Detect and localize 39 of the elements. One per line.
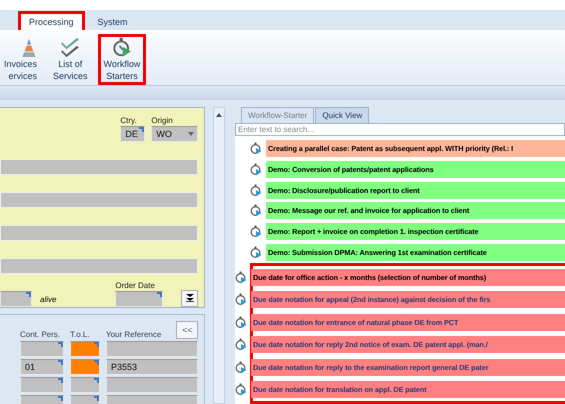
field-label: Order Date	[115, 281, 156, 290]
column-header: Your Reference	[106, 330, 162, 339]
expand-button[interactable]	[181, 290, 198, 307]
text-field[interactable]	[0, 159, 198, 175]
stopwatch-icon	[250, 225, 262, 238]
field-label: Ctry.	[120, 116, 138, 125]
double-down-icon	[186, 294, 194, 302]
text-field[interactable]	[0, 225, 198, 241]
stopwatch-icon	[250, 204, 262, 218]
search-field[interactable]: Enter text to search...	[235, 123, 565, 136]
stopwatch-icon	[250, 246, 262, 260]
stopwatch-icon	[250, 142, 262, 155]
scrollbar[interactable]	[213, 107, 225, 404]
scroll-up-icon[interactable]	[216, 112, 222, 118]
table-cell: 01	[20, 359, 64, 375]
stopwatch-icon	[250, 162, 262, 176]
checkmarks-icon	[59, 37, 82, 58]
origin-dropdown[interactable]: WO	[151, 126, 198, 142]
text-field[interactable]	[0, 192, 198, 208]
column-header: T.o.L.	[70, 330, 91, 339]
text-field[interactable]	[0, 258, 198, 274]
country-field[interactable]: DE	[120, 126, 146, 142]
dropdown-arrow-icon	[188, 132, 194, 136]
status-text: alive	[40, 295, 58, 306]
stopwatch-icon	[250, 184, 262, 197]
ribbon-tab[interactable]: Processing	[18, 11, 85, 30]
panel-tab[interactable]: Quick View	[315, 107, 370, 123]
table-cell	[20, 377, 64, 393]
table-cell	[20, 341, 64, 357]
ribbon-button[interactable]: Workflow Starters	[98, 34, 146, 85]
ribbon-tab[interactable]: System	[88, 13, 137, 30]
column-header: Cont. Pers.	[20, 330, 62, 339]
order-date-field[interactable]	[115, 291, 164, 307]
ribbon-button[interactable]: List of Services	[47, 34, 94, 85]
ribbon-button[interactable]: Invoices ervices	[0, 34, 44, 85]
field-label: Origin	[151, 116, 174, 125]
pyramid-icon	[21, 37, 38, 58]
collapse-button[interactable]: <<	[176, 321, 198, 339]
table-cell: P3553	[106, 359, 198, 375]
